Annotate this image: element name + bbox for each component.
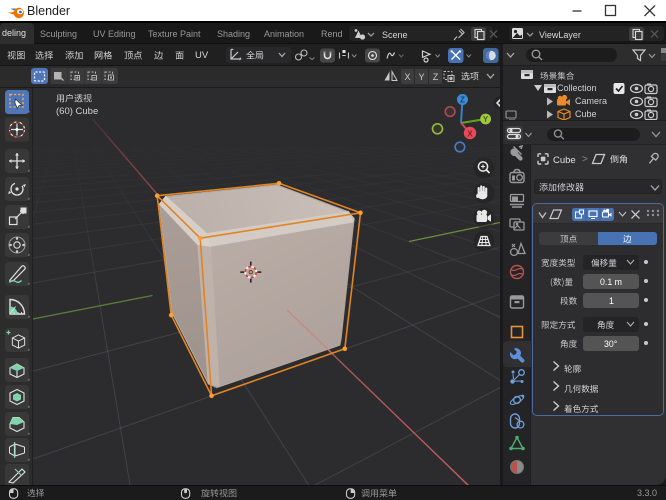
svg-text:Y: Y — [418, 72, 424, 82]
svg-text:X: X — [404, 72, 410, 82]
svg-text:Y: Y — [483, 115, 489, 124]
svg-text:Z: Z — [433, 72, 439, 82]
svg-text:X: X — [467, 128, 473, 138]
svg-text:Z: Z — [460, 96, 465, 105]
